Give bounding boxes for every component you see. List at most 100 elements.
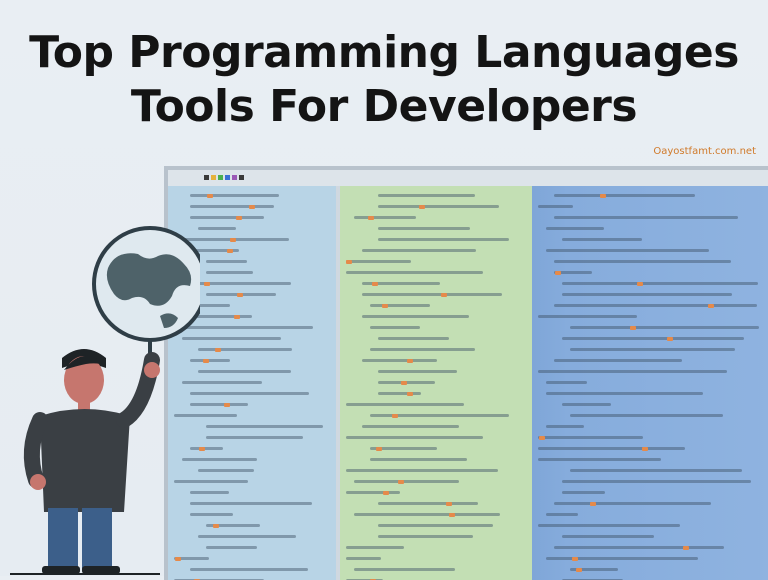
developer-illustration (0, 220, 200, 576)
code-highlight (383, 491, 389, 495)
code-highlight (230, 238, 236, 242)
code-highlight (237, 293, 243, 297)
code-line (554, 304, 757, 307)
code-highlight (227, 249, 233, 253)
code-line (538, 458, 661, 461)
code-line (554, 359, 682, 362)
code-line (354, 568, 455, 571)
code-highlight (449, 513, 455, 517)
code-editor-screen (164, 166, 768, 580)
code-highlight (234, 315, 240, 319)
code-line (198, 535, 296, 538)
code-line (562, 535, 654, 538)
code-highlight (419, 205, 425, 209)
code-highlight (204, 282, 210, 286)
code-line (190, 194, 279, 197)
code-line (562, 403, 611, 406)
code-highlight (407, 359, 413, 363)
code-line (370, 458, 467, 461)
code-line (362, 359, 437, 362)
code-highlight (642, 447, 648, 451)
code-line (346, 271, 483, 274)
code-line (562, 337, 744, 340)
code-line (570, 469, 742, 472)
code-line (190, 502, 312, 505)
code-line (538, 447, 685, 450)
code-line (378, 238, 509, 241)
code-line (182, 326, 313, 329)
code-line (554, 194, 695, 197)
code-line (562, 491, 605, 494)
code-highlight (236, 216, 242, 220)
code-line (546, 227, 604, 230)
code-line (370, 348, 475, 351)
code-line (554, 216, 738, 219)
code-highlight (392, 414, 398, 418)
code-line (378, 502, 478, 505)
code-highlight (600, 194, 606, 198)
code-line (370, 326, 420, 329)
title-line-1: Top Programming Languages (0, 26, 768, 80)
code-line (538, 315, 637, 318)
code-line (546, 249, 709, 252)
code-line (206, 260, 247, 263)
code-highlight (249, 205, 255, 209)
code-line (570, 348, 735, 351)
code-line (362, 249, 476, 252)
code-highlight (372, 282, 378, 286)
code-line (190, 205, 274, 208)
person-icon (10, 349, 160, 574)
code-line (554, 502, 711, 505)
code-line (370, 304, 430, 307)
code-highlight (382, 304, 388, 308)
code-line (378, 337, 449, 340)
code-line (190, 568, 308, 571)
code-line (538, 524, 680, 527)
code-panel-right (532, 186, 768, 580)
code-line (538, 205, 573, 208)
globe-icon (94, 228, 200, 370)
code-line (538, 370, 727, 373)
color-dots (204, 175, 244, 180)
code-line (562, 293, 732, 296)
code-line (378, 524, 493, 527)
code-highlight (376, 447, 382, 451)
code-panel-middle (340, 186, 532, 580)
code-line (346, 546, 404, 549)
code-line (362, 315, 469, 318)
code-line (190, 392, 309, 395)
code-line (198, 370, 291, 373)
code-line (546, 392, 703, 395)
code-line (378, 194, 475, 197)
code-line (570, 414, 723, 417)
code-line (198, 348, 292, 351)
code-line (206, 425, 323, 428)
code-line (546, 557, 698, 560)
code-line (354, 216, 416, 219)
code-highlight (224, 403, 230, 407)
code-line (354, 480, 459, 483)
code-line (346, 403, 464, 406)
code-line (378, 227, 470, 230)
code-line (346, 469, 498, 472)
code-highlight (199, 447, 205, 451)
code-line (562, 480, 751, 483)
code-line (378, 205, 499, 208)
code-line (538, 436, 643, 439)
code-line (554, 546, 724, 549)
code-highlight (630, 326, 636, 330)
code-line (362, 425, 459, 428)
editor-toolbar (168, 170, 768, 186)
code-highlight (346, 260, 352, 264)
code-line (362, 293, 502, 296)
code-highlight (203, 359, 209, 363)
code-highlight (446, 502, 452, 506)
code-line (378, 535, 473, 538)
code-line (378, 392, 421, 395)
page-title: Top Programming Languages Tools For Deve… (0, 26, 768, 134)
code-highlight (572, 557, 578, 561)
code-line (546, 425, 584, 428)
code-highlight (590, 502, 596, 506)
code-highlight (207, 194, 213, 198)
code-highlight (441, 293, 447, 297)
